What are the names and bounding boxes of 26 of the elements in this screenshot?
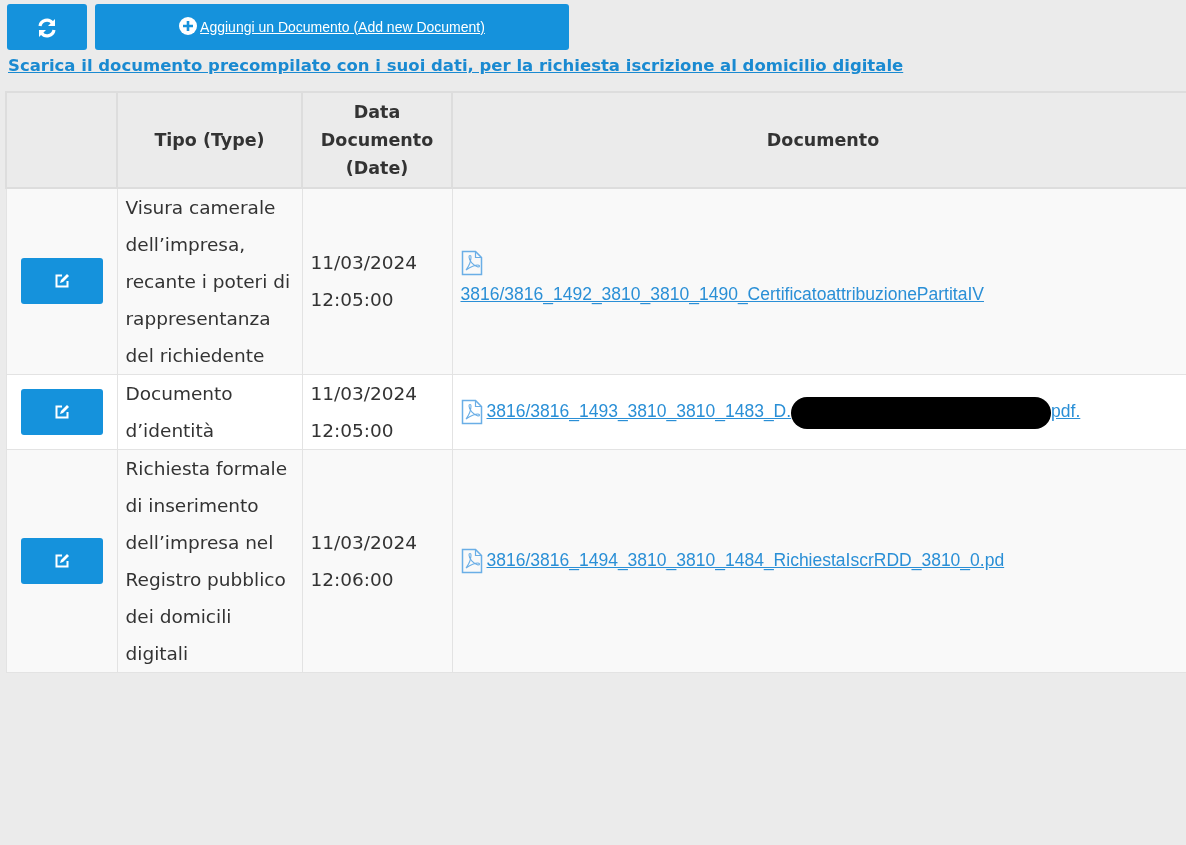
table-cell: 11/03/2024 12:06:00: [302, 449, 452, 673]
table-cell: 11/03/2024 12:05:00: [302, 374, 452, 450]
table-cell: Visura camerale dell’impresa, recante i poteri di rappresentanza del richiedente: [117, 187, 302, 375]
refresh-icon: [36, 16, 58, 39]
column-header: Tipo (Type): [117, 91, 302, 188]
edit-button[interactable]: [20, 537, 103, 584]
download-link[interactable]: Scarica il documento precompilato con i suoi dati, per la richiesta iscrizione al domicilio digitale: [8, 54, 904, 79]
file-link[interactable]: 3816/3816_1493_3810_3810_1483_D. pdf.: [486, 393, 1081, 431]
plus-circle-icon: [179, 16, 198, 35]
edit-button[interactable]: [20, 258, 103, 305]
edit-button[interactable]: [20, 388, 103, 435]
file-link[interactable]: 3816/3816_1492_3810_3810_1490_CertificatoattribuzionePartitaIV: [460, 275, 984, 313]
add-document-button[interactable]: Aggiungi un Documento (Add new Document): [95, 4, 569, 50]
pdf-file-icon: [460, 547, 483, 574]
edit-icon: [53, 552, 70, 569]
pdf-file-icon: [460, 398, 483, 425]
edit-icon: [53, 273, 70, 290]
table-cell: Documento d’identità: [117, 374, 302, 450]
file-link[interactable]: 3816/3816_1494_3810_3810_1484_RichiestaIscrRDD_3810_0.pd: [486, 542, 1005, 580]
table-cell: Richiesta formale di inserimento dell’impresa nel Registro pubblico dei domicili digitali: [117, 449, 302, 673]
refresh-button[interactable]: [7, 4, 87, 50]
column-header: Documento: [452, 91, 1186, 188]
edit-icon: [53, 403, 70, 420]
pdf-file-icon: [460, 249, 483, 276]
table-cell: 11/03/2024 12:05:00: [302, 187, 452, 375]
column-header: Data Documento (Date): [302, 91, 452, 188]
